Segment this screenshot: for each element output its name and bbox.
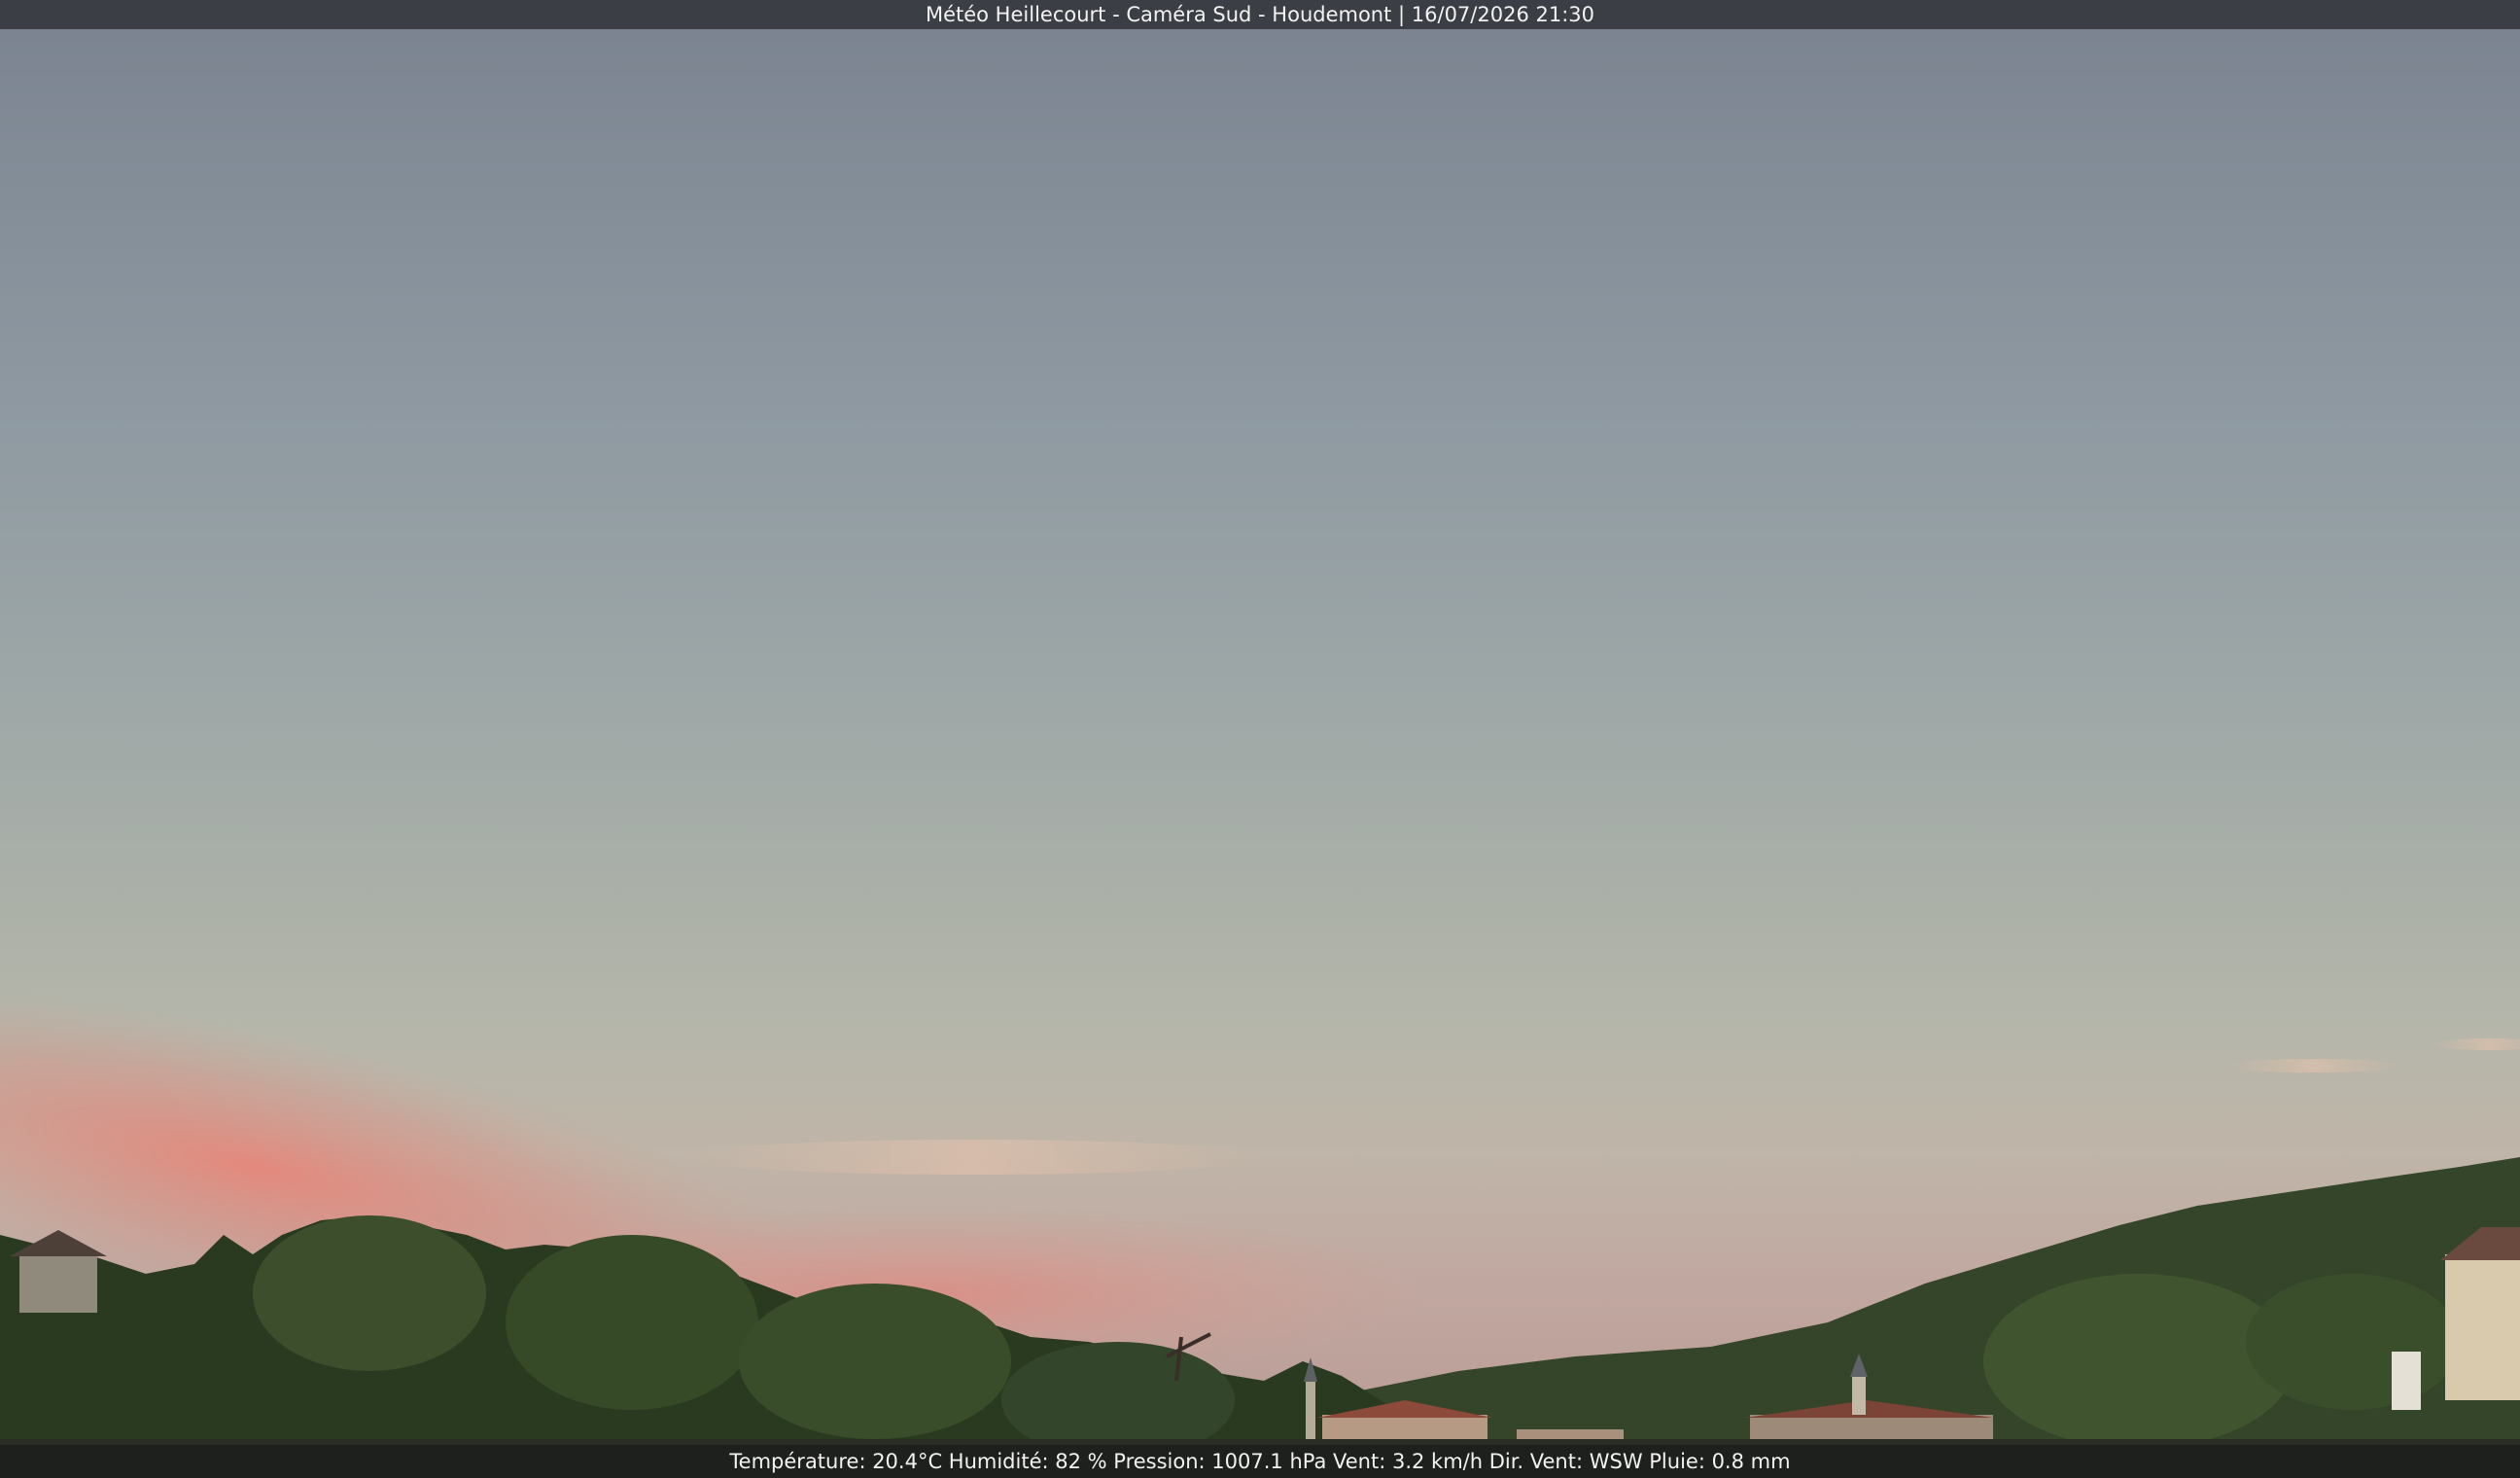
house bbox=[2392, 1352, 2421, 1410]
tree-canopy bbox=[739, 1284, 1011, 1439]
house bbox=[19, 1254, 97, 1313]
construction-crane-arm bbox=[1166, 1332, 1211, 1358]
webcam-frame: Météo Heillecourt - Caméra Sud - Houdemo… bbox=[0, 0, 2520, 1478]
landscape bbox=[0, 1157, 2520, 1478]
camera-title-bar: Météo Heillecourt - Caméra Sud - Houdemo… bbox=[0, 0, 2520, 29]
tree-canopy bbox=[1983, 1274, 2294, 1449]
tree-canopy bbox=[506, 1235, 758, 1410]
weather-readout-bar: Température: 20.4°C Humidité: 82 % Press… bbox=[0, 1445, 2520, 1478]
tree-canopy bbox=[253, 1215, 486, 1371]
church-tower bbox=[1306, 1381, 1315, 1439]
church-tower bbox=[1852, 1376, 1866, 1415]
tree-canopy bbox=[2246, 1274, 2460, 1410]
house bbox=[2445, 1254, 2520, 1400]
